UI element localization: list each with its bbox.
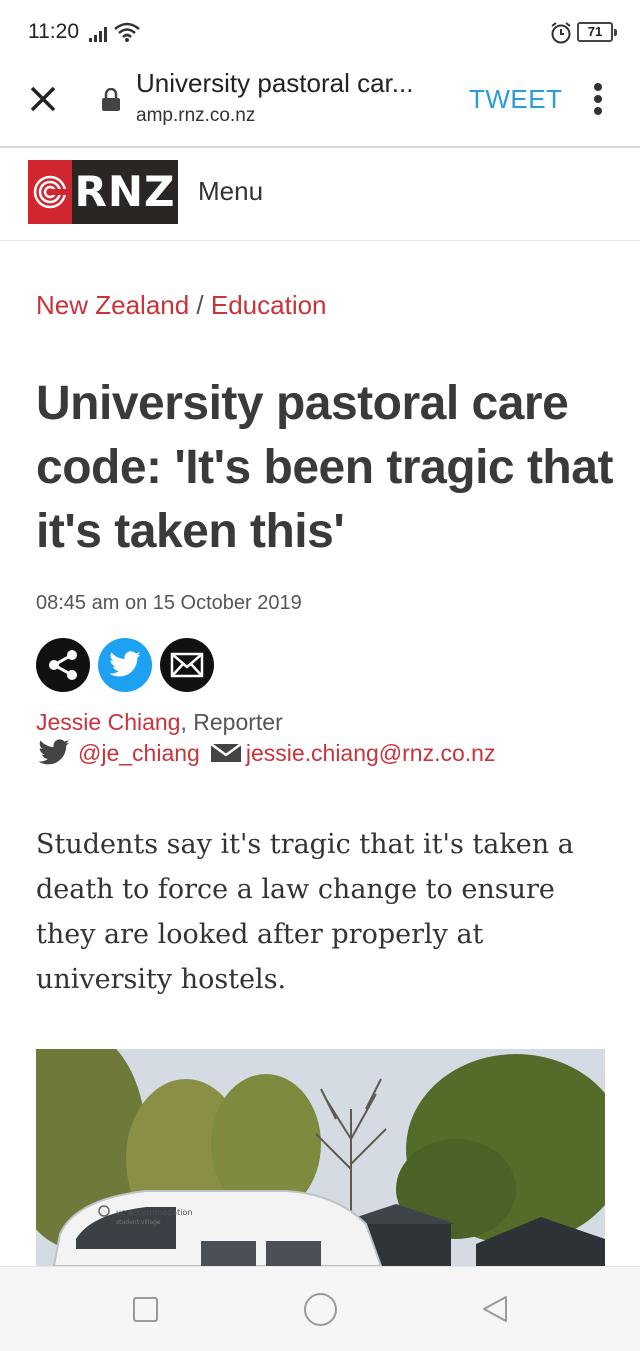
system-nav-bar: [0, 1266, 640, 1351]
back-icon[interactable]: [480, 1294, 510, 1324]
byline: Jessie Chiang, Reporter: [36, 709, 283, 736]
svg-text:student village: student village: [116, 1219, 161, 1226]
twitter-handle-link[interactable]: @je_chiang: [78, 740, 200, 767]
lock-icon: [102, 88, 120, 111]
article-headline: University pastoral care code: 'It's bee…: [36, 377, 613, 558]
more-options-icon[interactable]: [588, 80, 608, 120]
twitter-icon: [38, 739, 70, 765]
rnz-logo-mark: [28, 160, 72, 224]
breadcrumb-new-zealand[interactable]: New Zealand: [36, 290, 189, 320]
page-title[interactable]: University pastoral car...: [136, 68, 436, 99]
signal-icon: [89, 27, 107, 42]
rnz-logo[interactable]: RNZ: [28, 160, 178, 224]
email-link[interactable]: jessie.chiang@rnz.co.nz: [246, 740, 496, 767]
article-dateline: 08:45 am on 15 October 2019: [36, 592, 302, 614]
author-name[interactable]: Jessie Chiang: [36, 709, 180, 735]
share-icon[interactable]: [36, 638, 90, 692]
recent-apps-icon[interactable]: [133, 1297, 158, 1322]
tweet-button[interactable]: TWEET: [469, 84, 563, 115]
rnz-logo-text: RNZ: [72, 160, 178, 224]
status-time: 11:20: [28, 20, 79, 43]
wifi-icon: [114, 22, 140, 42]
close-icon[interactable]: [26, 82, 60, 116]
breadcrumb-separator: /: [189, 290, 211, 320]
site-header: RNZ Menu: [0, 148, 640, 241]
twitter-share-icon[interactable]: [98, 638, 152, 692]
breadcrumb-education[interactable]: Education: [211, 290, 327, 320]
menu-link[interactable]: Menu: [198, 176, 263, 207]
breadcrumb: New Zealand / Education: [36, 290, 327, 321]
email-icon: [210, 742, 242, 762]
alarm-icon: [551, 22, 571, 44]
battery-indicator: 71: [577, 22, 617, 42]
author-contacts: @je_chiang jessie.chiang@rnz.co.nz: [36, 739, 495, 767]
page-url[interactable]: amp.rnz.co.nz: [136, 105, 255, 127]
article-intro: Students say it's tragic that it's taken…: [36, 829, 574, 995]
article-photo: uc accommodation student village: [36, 1049, 605, 1266]
browser-toolbar: University pastoral car... amp.rnz.co.nz…: [0, 62, 640, 148]
email-share-icon[interactable]: [160, 638, 214, 692]
share-buttons: [36, 638, 214, 692]
author-role: , Reporter: [180, 709, 283, 735]
home-icon[interactable]: [304, 1293, 337, 1326]
svg-text:uc accommodation: uc accommodation: [116, 1208, 192, 1217]
status-bar: 11:20 71: [0, 0, 640, 62]
